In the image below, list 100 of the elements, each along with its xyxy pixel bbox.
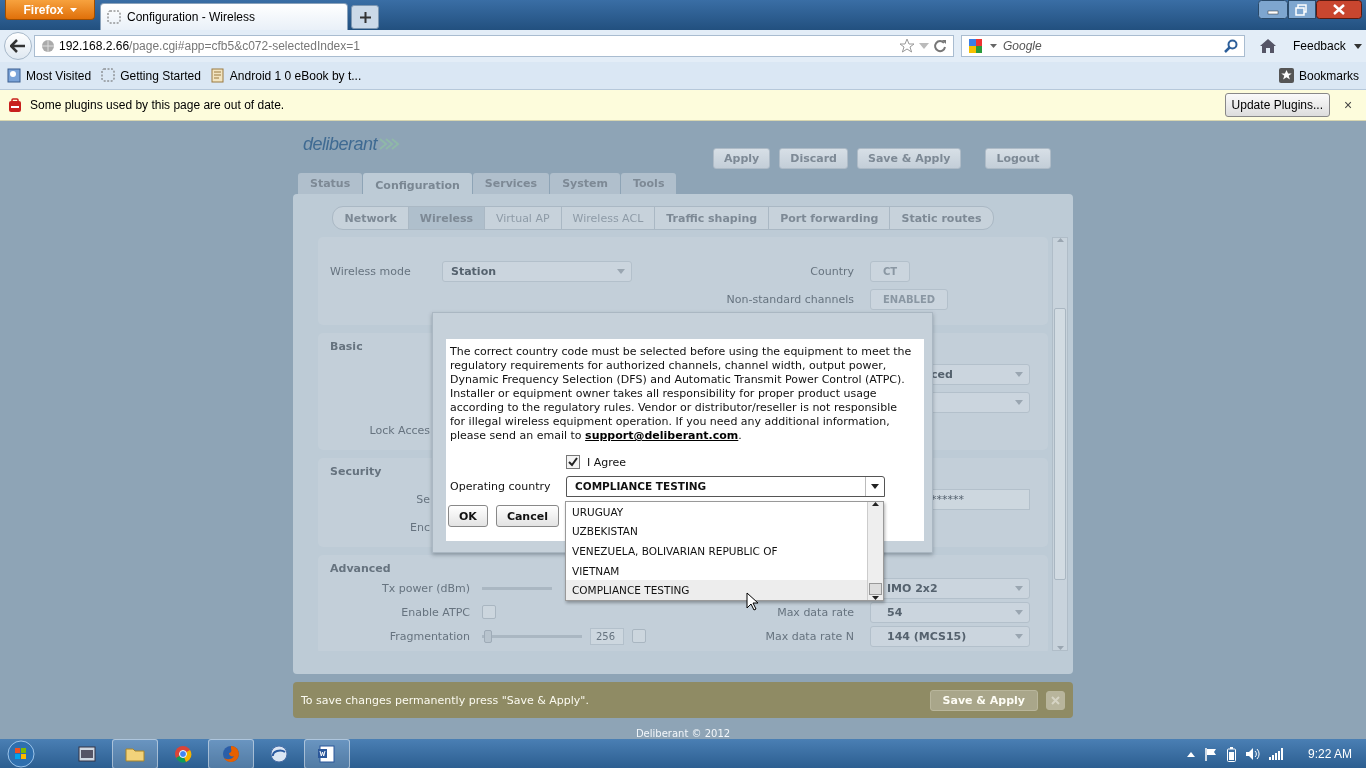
number-field[interactable]: 256 <box>590 627 624 645</box>
dropdown-option[interactable]: VENEZUELA, BOLIVARIAN REPUBLIC OF <box>566 541 867 561</box>
signal-icon[interactable] <box>1269 748 1283 760</box>
show-hidden-icons-icon[interactable] <box>1187 751 1195 757</box>
caret-icon <box>1015 585 1023 591</box>
field-label: Max data rate <box>776 605 854 619</box>
field-label: Operating country <box>450 479 552 493</box>
feedback-menu[interactable]: Feedback <box>1293 39 1346 53</box>
sub-tab[interactable]: Port forwarding <box>769 207 891 229</box>
restore-icon[interactable] <box>1288 0 1316 19</box>
field-label: Country <box>809 264 854 278</box>
section-heading: Basic <box>330 340 363 354</box>
firefox-menu-button[interactable]: Firefox <box>5 0 95 20</box>
checkbox[interactable] <box>482 605 496 619</box>
plugin-icon <box>8 97 22 113</box>
checkbox[interactable] <box>632 629 646 643</box>
select-field[interactable]: Station <box>442 260 632 282</box>
search-field[interactable]: Google <box>961 35 1245 57</box>
save-hint-text: To save changes permanently press "Save & Apply". <box>301 693 589 707</box>
back-button[interactable] <box>4 32 32 60</box>
dropdown-option[interactable]: URUGUAY <box>566 502 867 522</box>
section-heading: Security <box>330 465 382 479</box>
back-arrow-icon <box>10 39 26 53</box>
close-icon[interactable] <box>1316 0 1362 19</box>
dialog-button[interactable]: OK <box>448 505 488 527</box>
checkbox[interactable] <box>566 455 580 469</box>
scrollbar[interactable] <box>1052 237 1068 651</box>
flag-icon[interactable] <box>1204 747 1218 761</box>
section-heading: Advanced <box>330 562 391 576</box>
plus-icon <box>359 11 371 23</box>
field-label: Enc <box>409 520 430 534</box>
caret-icon <box>1015 609 1023 615</box>
bookmark-link[interactable]: Android 1 0 eBook by t... <box>207 68 365 83</box>
star-icon[interactable] <box>899 38 915 54</box>
action-button[interactable]: Save & Apply <box>856 148 962 169</box>
field-label: Enable ATPC <box>400 605 470 619</box>
update-plugins-button[interactable]: Update Plugins... <box>1224 93 1330 117</box>
notification-text: Some plugins used by this page are out of date. <box>30 98 285 112</box>
bookmark-folder-icon <box>7 68 21 83</box>
action-button[interactable]: Discard <box>779 148 848 169</box>
dropdown-option[interactable]: VIETNAM <box>566 560 867 581</box>
caret-icon[interactable] <box>1353 43 1362 49</box>
slider-thumb[interactable] <box>484 629 492 643</box>
star-icon <box>1278 68 1294 83</box>
address-bar[interactable]: 192.168.2.66/page.cgi#app=cfb5&c072-selectedIndex=1 <box>34 35 954 57</box>
field-label: Fragmentation <box>388 629 470 643</box>
action-button[interactable]: Apply <box>713 148 771 169</box>
page-icon <box>101 68 116 83</box>
field-label: Se <box>415 492 430 506</box>
field-label: Max data rate N <box>764 629 854 643</box>
action-button[interactable]: Logout <box>985 148 1051 169</box>
copyright-text: Deliberant © 2012 <box>634 728 732 739</box>
field-label: Lock Acces <box>368 423 430 437</box>
home-icon[interactable] <box>1259 38 1277 54</box>
field-label: Wireless mode <box>330 264 412 278</box>
select-field[interactable]: 54 <box>870 601 1030 623</box>
dropdown-option[interactable]: COMPLIANCE TESTING <box>566 580 867 600</box>
dropdown-option[interactable]: UZBEKISTAN <box>566 521 867 542</box>
bookmarks-menu[interactable]: Bookmarks <box>1275 68 1362 83</box>
clock-text: 9:22 AM <box>1308 747 1354 761</box>
sub-tab[interactable]: Static routes <box>890 207 993 229</box>
bookmark-link[interactable]: Most Visited <box>4 68 95 83</box>
start-orb-icon <box>6 739 36 768</box>
url-text: 192.168.2.66/page.cgi#app=cfb5&c072-selectedIndex=1 <box>59 39 360 53</box>
caret-icon[interactable] <box>990 44 997 48</box>
caret-icon <box>1015 371 1023 377</box>
search-icon[interactable] <box>1224 39 1238 53</box>
dialog-button[interactable]: Cancel <box>495 505 559 527</box>
taskbar-app[interactable] <box>208 739 254 768</box>
document-icon <box>210 68 225 83</box>
taskbar-app[interactable] <box>112 739 158 768</box>
sub-tab[interactable]: Traffic shaping <box>655 207 770 229</box>
taskbar-app[interactable] <box>304 739 350 768</box>
speaker-icon[interactable] <box>1245 747 1260 761</box>
nav-tab[interactable]: Configuration <box>363 173 472 194</box>
reload-icon[interactable] <box>933 39 947 53</box>
browser-tab[interactable]: Configuration - Wireless <box>100 3 348 30</box>
start-button[interactable] <box>4 739 38 768</box>
browser-icon <box>221 744 241 764</box>
scroll-up-icon[interactable] <box>872 502 879 506</box>
close-icon <box>1051 695 1060 705</box>
logo-text: deliberant <box>303 133 378 155</box>
browser-icon <box>173 744 193 764</box>
caret-icon <box>1015 633 1023 639</box>
new-tab-button[interactable] <box>351 5 379 29</box>
field-label: Non-standard channels <box>725 292 854 306</box>
page-icon <box>107 10 121 24</box>
scroll-thumb[interactable] <box>1054 308 1066 580</box>
minimize-icon[interactable] <box>1258 0 1288 19</box>
sub-tab[interactable]: Network <box>333 207 409 229</box>
scrollbar[interactable] <box>867 502 883 600</box>
bookmark-link[interactable]: Getting Started <box>98 68 204 83</box>
battery-icon[interactable] <box>1227 746 1236 762</box>
close-button[interactable]: × <box>1344 97 1358 113</box>
globe-icon <box>41 39 55 53</box>
caret-icon <box>1015 399 1023 405</box>
country-select[interactable]: COMPLIANCE TESTING <box>566 475 885 497</box>
scroll-thumb[interactable] <box>869 583 882 595</box>
select-field[interactable]: 144 (MCS15) <box>870 625 1030 647</box>
globe-icon <box>269 744 289 764</box>
